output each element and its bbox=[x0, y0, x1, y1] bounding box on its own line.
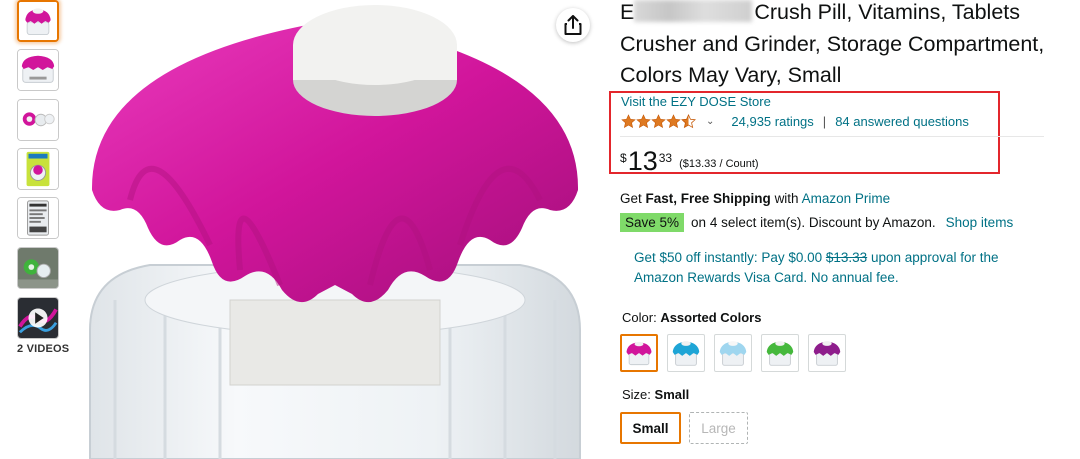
star-icon bbox=[636, 113, 651, 128]
price-fraction: 33 bbox=[658, 151, 673, 165]
size-label-text: Size: bbox=[622, 387, 651, 402]
price-per-unit: ($13.33 / Count) bbox=[679, 158, 759, 170]
store-link[interactable]: Visit the EZY DOSE Store bbox=[621, 94, 771, 109]
thumbnail-2[interactable] bbox=[17, 49, 59, 91]
swatch-purple[interactable] bbox=[808, 334, 846, 372]
blurred-brand bbox=[634, 0, 753, 22]
chevron-down-icon[interactable]: ⌄ bbox=[706, 116, 714, 127]
shop-items-link[interactable]: Shop items bbox=[946, 215, 1014, 230]
price-currency: $ bbox=[620, 151, 627, 165]
videos-count-label: 2 VIDEOS bbox=[17, 343, 70, 355]
separator: | bbox=[822, 113, 827, 129]
answered-questions-link[interactable]: 84 answered questions bbox=[835, 114, 969, 129]
price: $ 13 33 ($13.33 / Count) bbox=[620, 146, 759, 176]
thumbnail-3[interactable] bbox=[17, 99, 59, 141]
star-icon bbox=[666, 113, 681, 128]
shipping-prefix: Get bbox=[620, 191, 642, 206]
swatch-green[interactable] bbox=[761, 334, 799, 372]
coupon-row: Save 5% on 4 select item(s). Discount by… bbox=[620, 213, 1013, 232]
swatch-light-blue[interactable] bbox=[714, 334, 752, 372]
title-prefix: E bbox=[620, 0, 635, 24]
star-icon bbox=[621, 113, 636, 128]
share-button[interactable] bbox=[556, 8, 590, 42]
price-whole: 13 bbox=[627, 146, 658, 176]
rating-row: ⌄ 24,935 ratings | 84 answered questions bbox=[621, 111, 969, 131]
color-label: Color: Assorted Colors bbox=[622, 310, 761, 325]
star-half-icon bbox=[681, 113, 696, 128]
promo-part1: Get $50 off instantly: Pay $0.00 bbox=[634, 250, 823, 265]
swatch-teal[interactable] bbox=[667, 334, 705, 372]
shipping-bold: Fast, Free Shipping bbox=[645, 191, 771, 206]
thumbnail-1[interactable] bbox=[17, 0, 59, 42]
thumbnail-5[interactable] bbox=[17, 197, 59, 239]
divider bbox=[620, 136, 1044, 137]
share-icon bbox=[564, 15, 582, 35]
color-swatches bbox=[620, 334, 846, 372]
amazon-prime-link[interactable]: Amazon Prime bbox=[802, 191, 891, 206]
promo-strike-price: $13.33 bbox=[825, 250, 868, 265]
thumbnail-4[interactable] bbox=[17, 148, 59, 190]
thumbnail-6[interactable] bbox=[17, 247, 59, 289]
star-icon bbox=[651, 113, 666, 128]
thumbnail-video[interactable] bbox=[17, 297, 59, 339]
visa-promo-link[interactable]: Get $50 off instantly: Pay $0.00 $13.33 … bbox=[634, 248, 1034, 288]
star-rating[interactable] bbox=[621, 113, 696, 129]
size-label: Size: Small bbox=[622, 387, 689, 402]
color-label-text: Color: bbox=[622, 310, 657, 325]
ratings-count-link[interactable]: 24,935 ratings bbox=[731, 114, 813, 129]
swatch-magenta[interactable] bbox=[620, 334, 658, 372]
size-selected: Small bbox=[654, 387, 690, 402]
size-option-large[interactable]: Large bbox=[689, 412, 748, 444]
main-product-image[interactable] bbox=[70, 0, 600, 459]
shipping-middle: with bbox=[774, 191, 799, 206]
color-selected: Assorted Colors bbox=[660, 310, 762, 325]
save-badge: Save 5% bbox=[620, 213, 685, 232]
product-title: E Crush Pill, Vitamins, Tablets Crusher a… bbox=[620, 0, 1060, 92]
size-option-small[interactable]: Small bbox=[620, 412, 681, 444]
shipping-info: Get Fast, Free Shipping with Amazon Prim… bbox=[620, 191, 890, 206]
coupon-text: on 4 select item(s). Discount by Amazon. bbox=[691, 215, 936, 230]
